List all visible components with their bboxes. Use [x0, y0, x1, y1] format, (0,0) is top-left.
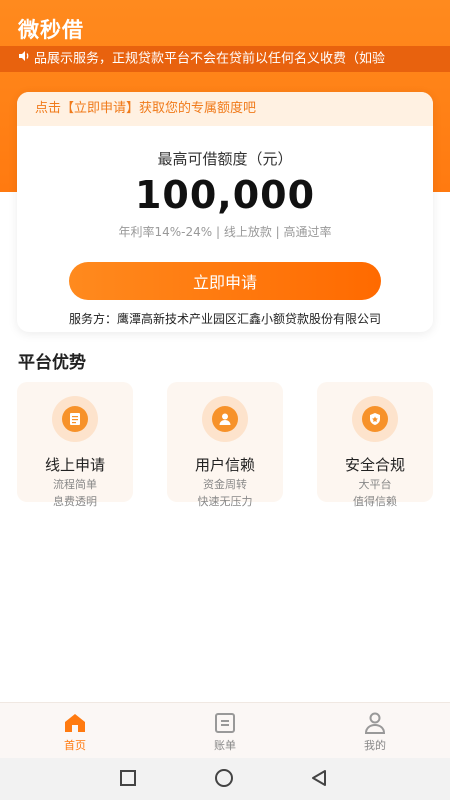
- feature-security[interactable]: 安全合规 大平台 值得信赖: [317, 382, 433, 508]
- section-title: 平台优势: [18, 353, 86, 373]
- recents-button[interactable]: [120, 770, 136, 786]
- notice-bar[interactable]: 品展示服务，正规贷款平台不会在贷前以任何名义收费（如验: [0, 46, 450, 72]
- feature-title: 安全合规: [344, 456, 405, 474]
- speaker-icon: [18, 46, 30, 72]
- tab-bill[interactable]: 账单: [185, 711, 265, 753]
- feature-subtitle: 息费透明: [53, 495, 97, 508]
- tab-mine[interactable]: 我的: [335, 711, 415, 753]
- feature-title: 线上申请: [44, 456, 105, 474]
- tab-label: 我的: [364, 739, 386, 752]
- feature-user-trust[interactable]: 用户信赖 资金周转 快速无压力: [167, 382, 283, 508]
- feature-subtitle: 快速无压力: [197, 495, 253, 508]
- app-title: 微秒借: [18, 18, 84, 42]
- feature-subtitle: 资金周转: [203, 478, 247, 491]
- profile-icon: [364, 712, 386, 734]
- feature-online-apply[interactable]: 线上申请 流程简单 息费透明: [17, 382, 133, 508]
- feature-subtitle: 流程简单: [53, 478, 97, 491]
- loan-meta: 年利率14%-24% | 线上放款 | 高通过率: [118, 225, 332, 239]
- home-button[interactable]: [215, 769, 233, 787]
- provider-text: 服务方：鹰潭高新技术产业园区汇鑫小额贷款股份有限公司: [68, 312, 381, 326]
- bottom-tab-bar: 首页 账单 我的: [0, 702, 450, 758]
- tab-home[interactable]: 首页: [35, 711, 115, 753]
- user-icon: [202, 396, 248, 442]
- feature-subtitle: 值得信赖: [353, 495, 397, 508]
- card-tip: 点击【立即申请】获取您的专属额度吧: [17, 92, 433, 126]
- bill-icon: [215, 713, 235, 733]
- feature-title: 用户信赖: [194, 456, 255, 474]
- back-button[interactable]: [310, 769, 328, 787]
- apply-button[interactable]: 立即申请: [69, 262, 381, 300]
- features-list: 线上申请 流程简单 息费透明 用户信赖 资金周转 快速无压力 安全合规 大平台 …: [17, 382, 433, 508]
- home-icon: [65, 714, 85, 732]
- shield-icon: [352, 396, 398, 442]
- feature-subtitle: 大平台: [358, 478, 392, 491]
- limit-amount: 100,000: [134, 173, 316, 217]
- system-nav-bar: [0, 758, 450, 800]
- limit-label: 最高可借额度（元）: [157, 150, 293, 168]
- tab-label: 首页: [64, 739, 86, 752]
- credit-card: 点击【立即申请】获取您的专属额度吧 最高可借额度（元） 100,000 年利率1…: [17, 92, 433, 332]
- notice-text: 品展示服务，正规贷款平台不会在贷前以任何名义收费（如验: [34, 51, 386, 67]
- tab-label: 账单: [214, 739, 236, 752]
- document-icon: [52, 396, 98, 442]
